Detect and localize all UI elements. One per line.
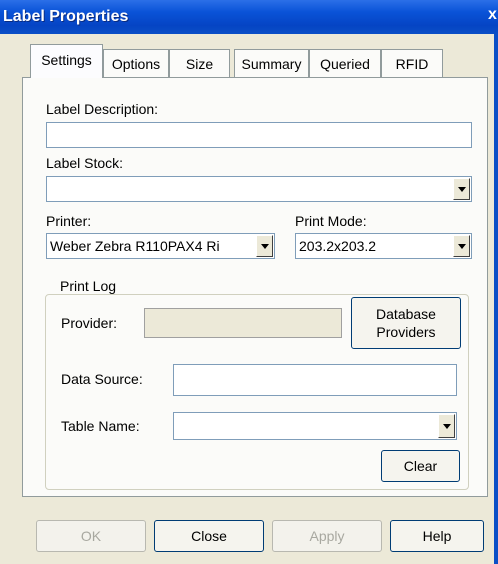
printer-dropdown-button[interactable] [256, 235, 273, 257]
chevron-down-icon [443, 424, 451, 429]
chevron-down-icon [458, 187, 466, 192]
label-properties-dialog: Label Properties x Settings Options Size… [0, 0, 498, 564]
ok-button[interactable]: OK [36, 520, 146, 552]
tab-summary-label: Summary [241, 56, 302, 72]
tab-rfid[interactable]: RFID [381, 49, 443, 77]
clear-button[interactable]: Clear [381, 450, 460, 482]
print-log-legend: Print Log [57, 278, 120, 294]
close-button[interactable]: Close [154, 520, 264, 552]
tab-queried[interactable]: Queried [309, 49, 381, 77]
chevron-down-icon [261, 244, 269, 249]
label-stock-dropdown-button[interactable] [453, 178, 470, 200]
print-mode-label: Print Mode: [295, 213, 367, 229]
printer-label: Printer: [46, 213, 92, 229]
window-border [494, 34, 498, 564]
tab-options-label: Options [111, 56, 161, 72]
apply-button[interactable]: Apply [272, 520, 382, 552]
close-icon[interactable]: x [488, 6, 497, 24]
database-providers-label-line2: Providers [376, 324, 436, 340]
label-stock-label: Label Stock: [46, 155, 124, 171]
label-description-label: Label Description: [46, 101, 159, 117]
provider-label: Provider: [61, 315, 118, 331]
label-description-input[interactable] [46, 122, 472, 148]
tab-settings[interactable]: Settings [30, 44, 103, 78]
tab-size-label: Size [185, 56, 214, 72]
tab-rfid-label: RFID [395, 56, 429, 72]
table-name-dropdown-button[interactable] [438, 414, 455, 438]
table-name-label: Table Name: [61, 418, 140, 434]
tab-queried-label: Queried [320, 56, 370, 72]
data-source-input[interactable] [173, 364, 457, 396]
printer-select[interactable]: Weber Zebra R110PAX4 Ri [46, 233, 275, 259]
window-title: Label Properties [3, 8, 129, 25]
help-button[interactable]: Help [390, 520, 484, 552]
table-name-select[interactable] [173, 412, 457, 440]
title-bar[interactable]: Label Properties x [0, 0, 498, 34]
provider-field [144, 308, 342, 338]
data-source-label: Data Source: [61, 371, 143, 387]
database-providers-button[interactable]: Database Providers [351, 297, 461, 349]
database-providers-label-line1: Database [376, 306, 436, 322]
chevron-down-icon [458, 244, 466, 249]
tab-options[interactable]: Options [103, 49, 169, 77]
tab-size[interactable]: Size [169, 49, 230, 77]
print-mode-select[interactable]: 203.2x203.2 [295, 233, 472, 259]
label-stock-select[interactable] [46, 176, 472, 202]
tab-summary[interactable]: Summary [234, 49, 309, 77]
tab-settings-label: Settings [41, 52, 92, 68]
print-mode-dropdown-button[interactable] [453, 235, 470, 257]
